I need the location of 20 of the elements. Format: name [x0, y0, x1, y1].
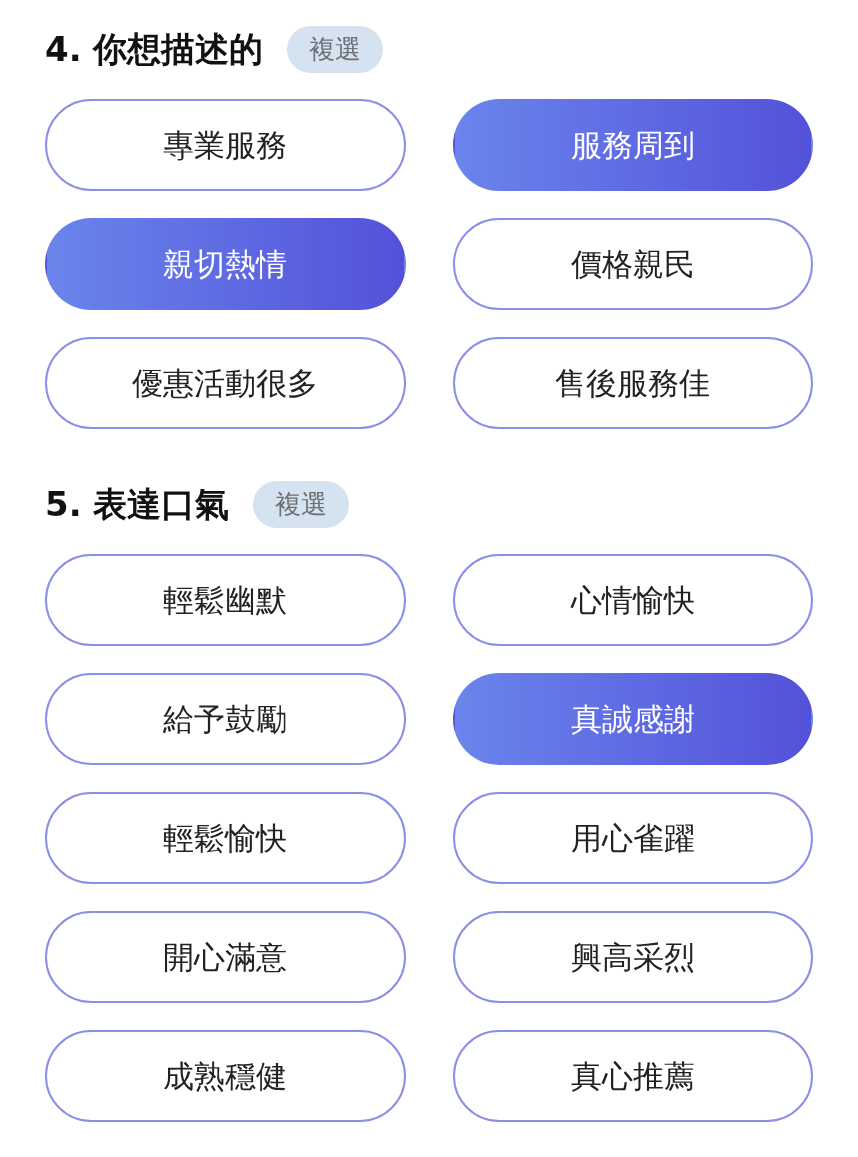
option-button[interactable]: 優惠活動很多 — [45, 337, 406, 429]
option-button[interactable]: 心情愉快 — [452, 554, 813, 646]
option-button[interactable]: 輕鬆愉快 — [45, 792, 406, 884]
option-button[interactable]: 興高采烈 — [452, 911, 813, 1003]
multi-select-tag: 複選 — [253, 481, 350, 528]
option-button[interactable]: 專業服務 — [45, 99, 406, 191]
option-button[interactable]: 給予鼓勵 — [45, 673, 406, 765]
option-button[interactable]: 開心滿意 — [45, 911, 406, 1003]
option-button[interactable]: 輕鬆幽默 — [45, 554, 406, 646]
option-button[interactable]: 價格親民 — [452, 218, 813, 310]
option-button[interactable]: 服務周到 — [452, 99, 813, 191]
section-title: 5. 表達口氣 — [45, 484, 230, 525]
multi-select-tag: 複選 — [287, 26, 384, 73]
section-title: 4. 你想描述的 — [45, 29, 264, 70]
option-button[interactable]: 用心雀躍 — [452, 792, 813, 884]
option-button[interactable]: 售後服務佳 — [452, 337, 813, 429]
option-button[interactable]: 親切熱情 — [45, 218, 406, 310]
option-button[interactable]: 真誠感謝 — [452, 673, 813, 765]
option-button[interactable]: 真心推薦 — [452, 1030, 813, 1122]
option-button[interactable]: 成熟穩健 — [45, 1030, 406, 1122]
